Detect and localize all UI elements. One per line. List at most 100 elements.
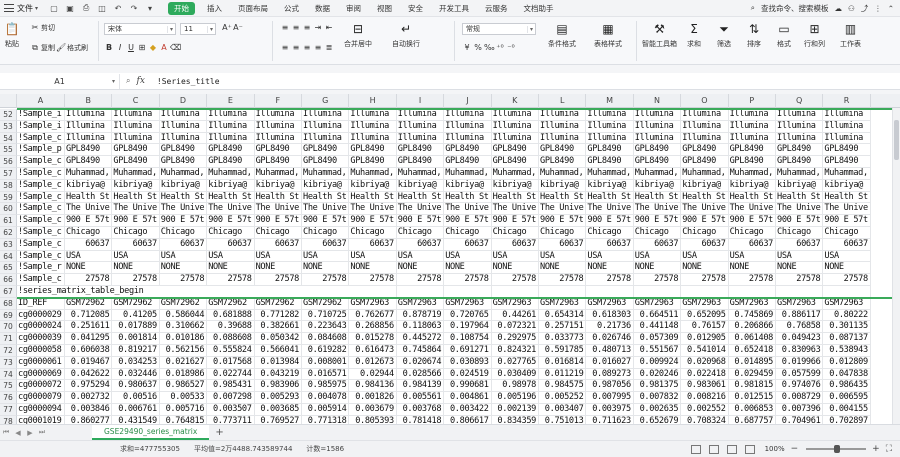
sheet-tab-active[interactable]: GSE29490_series_matrix bbox=[92, 425, 210, 440]
grid-cell[interactable]: 0.021627 bbox=[159, 356, 208, 369]
grid-cell[interactable]: 27578 bbox=[491, 274, 539, 286]
redo-icon[interactable]: ↷ bbox=[128, 2, 140, 14]
last-sheet-icon[interactable]: ⏭ bbox=[36, 428, 48, 437]
grid-cell[interactable]: GPL8490 bbox=[65, 156, 113, 168]
row-header[interactable]: 71 bbox=[0, 333, 17, 345]
row-col-button[interactable]: ⊞ 行和列 bbox=[804, 21, 825, 49]
grid-cell[interactable]: GSM72962 bbox=[159, 297, 208, 310]
grid-cell[interactable]: 27578 bbox=[633, 274, 682, 286]
grid-cell[interactable]: 0.691271 bbox=[444, 345, 492, 357]
share-icon[interactable]: ⤴ bbox=[861, 3, 869, 14]
grid-cell[interactable]: Chicago bbox=[112, 227, 160, 239]
grid-cell[interactable]: Chicago bbox=[633, 227, 682, 239]
align-right-icon[interactable]: ≡ bbox=[302, 43, 312, 53]
print-icon[interactable]: ⎙ bbox=[80, 2, 92, 14]
grid-cell[interactable]: USA bbox=[159, 250, 208, 263]
grid-cell[interactable]: Illumina bbox=[159, 109, 208, 121]
grid-cell[interactable]: Illumina bbox=[349, 120, 397, 133]
grid-cell[interactable]: USA bbox=[207, 250, 255, 263]
grid-cell[interactable]: 0.805393 bbox=[349, 415, 397, 424]
merge-center-button[interactable]: ⊟ 合并居中 bbox=[344, 21, 372, 49]
grid-cell[interactable]: 0.981375 bbox=[633, 380, 682, 393]
grid-cell[interactable]: !Sample_p bbox=[17, 144, 65, 157]
grid-cell[interactable]: 0.983061 bbox=[681, 380, 729, 393]
grid-cell[interactable]: Illumina bbox=[633, 109, 682, 121]
grid-cell[interactable]: 0.745869 bbox=[728, 309, 776, 322]
grid-cell[interactable]: 0.005716 bbox=[159, 404, 208, 416]
grid-cell[interactable]: GPL8490 bbox=[491, 156, 539, 168]
grid-cell[interactable]: Illumina bbox=[396, 109, 445, 121]
grid-cell[interactable]: 900 E 57t bbox=[396, 215, 445, 227]
grid-cell[interactable]: Illumina bbox=[112, 132, 160, 145]
grid-cell[interactable]: Muhammad, bbox=[396, 168, 445, 180]
grid-cell[interactable]: Chicago bbox=[586, 227, 634, 239]
grid-cell[interactable]: 0.072321 bbox=[491, 321, 539, 334]
grid-cell[interactable]: 0.702897 bbox=[823, 415, 871, 424]
grid-cell[interactable]: Illumina bbox=[349, 109, 397, 121]
filter-button[interactable]: ⏷ 筛选 bbox=[716, 21, 732, 49]
grid-cell[interactable]: GSM72962 bbox=[207, 297, 255, 310]
row-header[interactable]: 78 bbox=[0, 415, 17, 424]
grid-cell[interactable]: Illumina bbox=[539, 120, 587, 133]
align-center-icon[interactable]: ≡ bbox=[291, 43, 301, 53]
save-icon[interactable]: ▣ bbox=[64, 2, 76, 14]
grid-cell[interactable]: 0.824321 bbox=[491, 345, 539, 357]
tab-3[interactable]: 公式 bbox=[276, 0, 307, 17]
grid-cell[interactable]: Illumina bbox=[776, 109, 824, 121]
grid-cell[interactable]: 0.551567 bbox=[633, 345, 682, 357]
grid-cell[interactable]: 0.061408 bbox=[728, 333, 776, 345]
grid-cell[interactable]: Illumina bbox=[302, 109, 350, 121]
grid-cell[interactable]: Illumina bbox=[349, 132, 397, 145]
grid-cell[interactable]: Illumina bbox=[823, 132, 871, 145]
grid-cell[interactable]: The Unive bbox=[586, 203, 634, 216]
grid-cell[interactable]: USA bbox=[776, 250, 824, 263]
grid-cell[interactable]: 900 E 57t bbox=[254, 215, 302, 227]
grid-cell[interactable]: 0.016571 bbox=[302, 368, 350, 381]
grid-cell[interactable]: 0.047838 bbox=[823, 368, 871, 381]
grid-cell[interactable]: GPL8490 bbox=[728, 144, 776, 157]
grid-cell[interactable]: Chicago bbox=[207, 227, 255, 239]
grid-cell[interactable]: GPL8490 bbox=[396, 144, 445, 157]
grid-cell[interactable]: 900 E 57t bbox=[539, 215, 587, 227]
grid-cell[interactable]: Illumina bbox=[207, 109, 255, 121]
grid-cell[interactable]: 0.020246 bbox=[633, 368, 682, 381]
grid-cell[interactable]: 0.591785 bbox=[539, 345, 587, 357]
grid-cell[interactable]: Health St bbox=[633, 191, 682, 204]
grid-cell[interactable]: Chicago bbox=[396, 227, 445, 239]
grid-cell[interactable]: Illumina bbox=[491, 109, 539, 121]
grid-cell[interactable]: 60637 bbox=[728, 238, 776, 251]
grid-cell[interactable]: Illumina bbox=[444, 132, 492, 145]
grid-cell[interactable]: 0.878719 bbox=[396, 309, 445, 322]
grid-cell[interactable]: Illumina bbox=[254, 132, 302, 145]
grid-cell[interactable]: Health St bbox=[349, 191, 397, 204]
grid-cell[interactable]: GPL8490 bbox=[444, 156, 492, 168]
grid-cell[interactable]: 0.21736 bbox=[586, 321, 634, 334]
grid-cell[interactable]: 0.769527 bbox=[255, 415, 302, 424]
grid-cell[interactable]: The Unive bbox=[728, 203, 776, 216]
grid-cell[interactable]: GPL8490 bbox=[207, 156, 255, 168]
grid-cell[interactable]: GSM72963 bbox=[681, 297, 729, 310]
grid-cell[interactable]: Illumina bbox=[112, 109, 160, 121]
grid-cell[interactable]: NONE bbox=[823, 262, 871, 275]
grid-cell[interactable]: 0.009924 bbox=[633, 356, 682, 369]
grid-cell[interactable]: Health St bbox=[254, 191, 302, 204]
grid-cell[interactable]: 0.80222 bbox=[823, 309, 871, 322]
grid-cell[interactable]: GPL8490 bbox=[681, 144, 729, 157]
grid-cell[interactable]: GSM72962 bbox=[112, 297, 160, 310]
row-header[interactable]: 75 bbox=[0, 380, 17, 393]
grid-cell[interactable]: 0.860277 bbox=[65, 415, 113, 424]
grid-cell[interactable]: 60637 bbox=[159, 238, 208, 251]
grid-cell[interactable]: 60637 bbox=[207, 238, 255, 251]
grid-cell[interactable]: 0.541014 bbox=[681, 345, 729, 357]
grid-cell[interactable]: Muhammad, bbox=[681, 168, 729, 180]
grid-cell[interactable]: The Unive bbox=[207, 203, 255, 216]
grid-cell[interactable]: Illumina bbox=[65, 132, 113, 145]
indent-icon[interactable]: ⇥ bbox=[313, 23, 323, 33]
first-sheet-icon[interactable]: ⏮ bbox=[0, 428, 12, 437]
grid-cell[interactable]: Muhammad, bbox=[302, 168, 350, 180]
print-preview-icon[interactable]: ◫ bbox=[96, 2, 108, 14]
grid-cell[interactable]: Chicago bbox=[823, 227, 871, 239]
grid-cell[interactable]: GPL8490 bbox=[349, 156, 397, 168]
grid-cell[interactable]: 0.005196 bbox=[491, 392, 539, 404]
grid-cell[interactable]: The Unive bbox=[681, 203, 729, 216]
